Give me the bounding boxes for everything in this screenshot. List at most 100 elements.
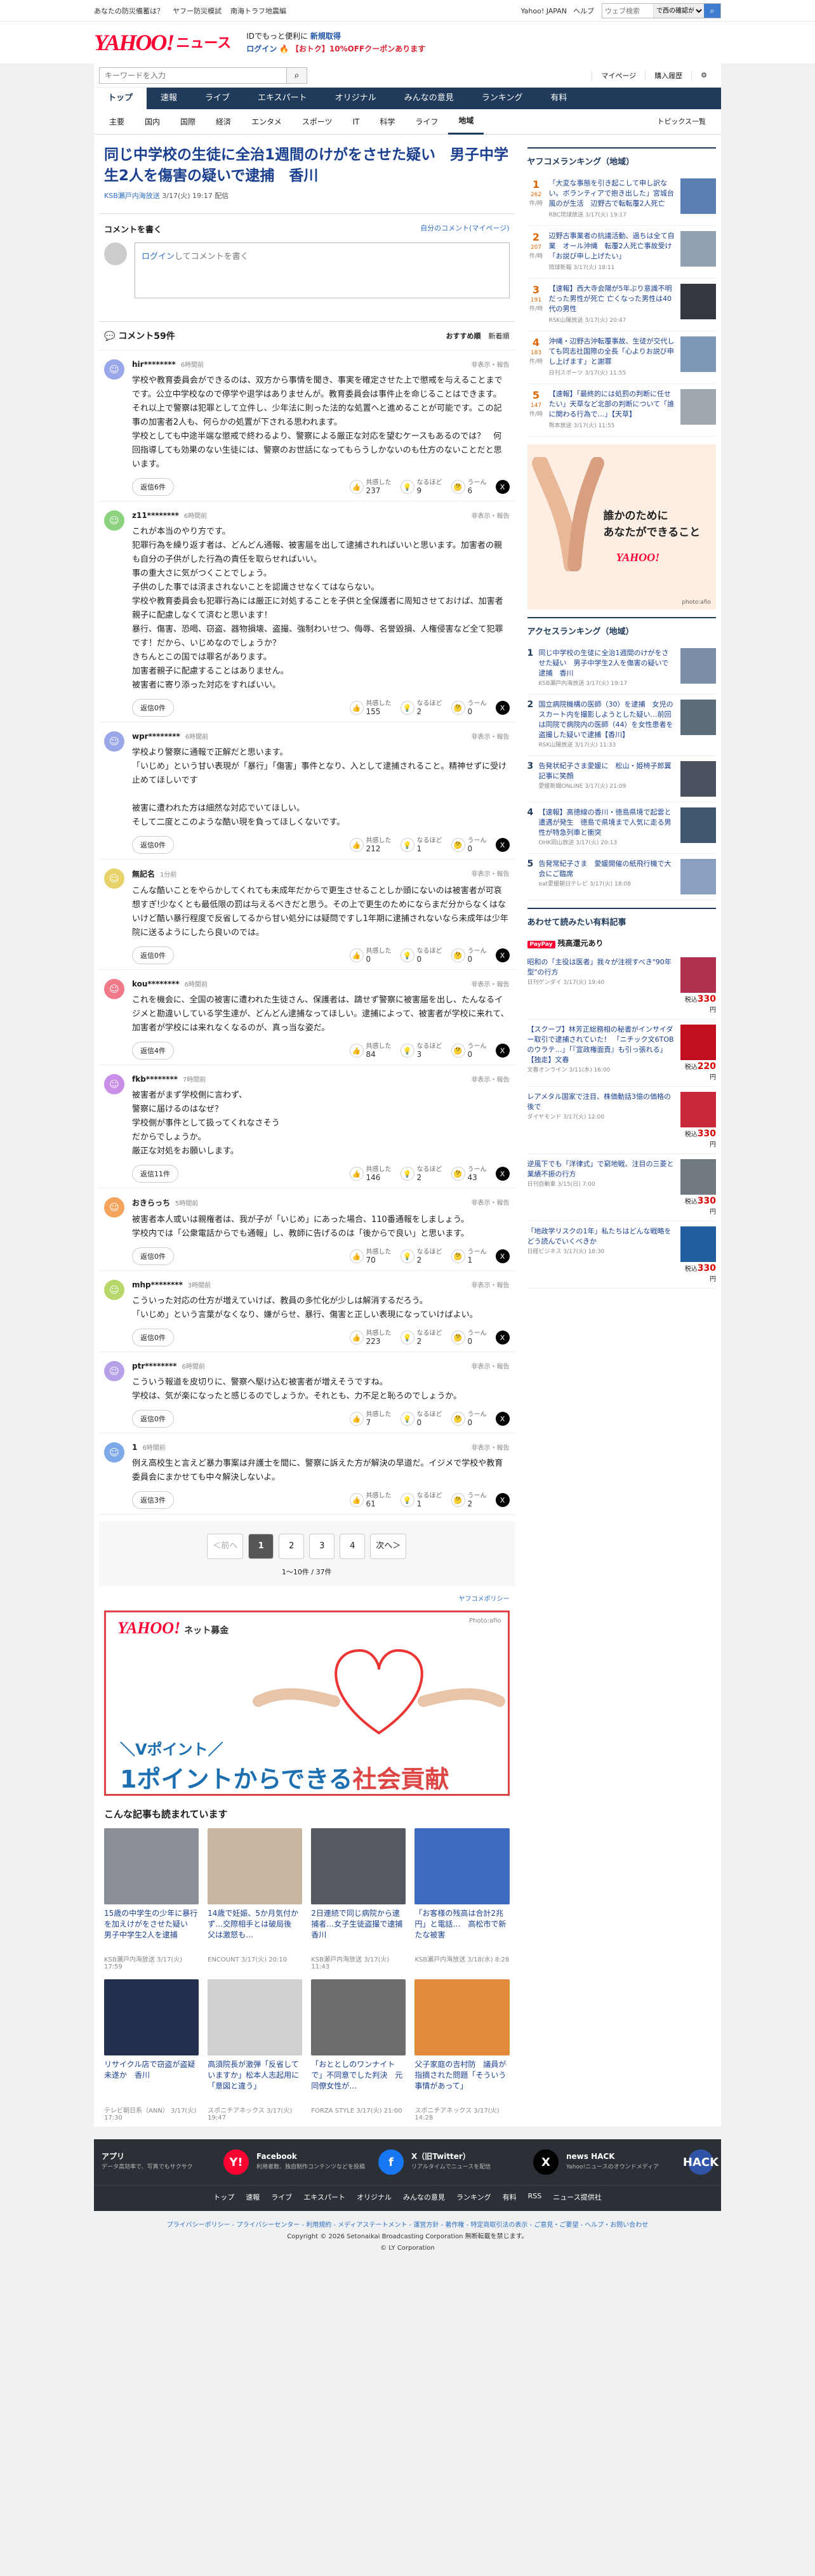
footer-nav-link[interactable]: トップ: [213, 2192, 234, 2202]
reply-button[interactable]: 返信11件: [132, 1165, 178, 1183]
footer-nav-link[interactable]: RSS: [528, 2192, 542, 2202]
comment-avatar[interactable]: ☺: [104, 1074, 124, 1094]
x-share-icon[interactable]: X: [495, 1167, 510, 1181]
footer-nav-link[interactable]: オリジナル: [357, 2192, 392, 2202]
reaction-hmm[interactable]: 🤔 うーん 0: [451, 1411, 487, 1427]
reaction-empathy[interactable]: 👍 共感した 7: [349, 1411, 392, 1427]
cat-economy[interactable]: 経済: [206, 109, 241, 135]
reply-button[interactable]: 返信0件: [132, 1247, 174, 1265]
reaction-insight[interactable]: 💡 なるほど 2: [400, 1165, 442, 1182]
mypage-link[interactable]: マイページ: [592, 70, 645, 81]
footer-nav-link[interactable]: ライブ: [271, 2192, 292, 2202]
topics-list-link[interactable]: トピックス一覧: [647, 109, 716, 135]
sort-newest[interactable]: 新着順: [489, 332, 510, 340]
x-share-icon[interactable]: X: [495, 480, 510, 494]
reply-button[interactable]: 返信0件: [132, 1329, 174, 1346]
comment-author[interactable]: fkb********: [132, 1075, 178, 1084]
legal-links[interactable]: プライバシーポリシー - プライバシーセンター - 利用規約 - メディアステー…: [94, 2220, 721, 2231]
yahoo-japan-link[interactable]: Yahoo! JAPAN: [520, 7, 567, 15]
report-link[interactable]: 非表示・報告: [472, 1197, 510, 1208]
reaction-insight[interactable]: 💡 なるほど 0: [400, 1411, 442, 1427]
reaction-hmm[interactable]: 🤔 うーん 43: [451, 1165, 487, 1182]
reaction-empathy[interactable]: 👍 共感した 70: [349, 1248, 392, 1265]
comment-author[interactable]: おきらっち: [132, 1198, 170, 1207]
comment-textarea[interactable]: ログインしてコメントを書く: [135, 242, 510, 298]
reaction-insight[interactable]: 💡 なるほど 1: [400, 837, 442, 853]
cat-domestic[interactable]: 国内: [135, 109, 170, 135]
report-link[interactable]: 非表示・報告: [472, 359, 510, 369]
page-3[interactable]: 3: [309, 1534, 335, 1559]
reaction-hmm[interactable]: 🤔 うーん 6: [451, 479, 487, 495]
top-link-moshi[interactable]: ヤフー防災模試: [173, 6, 222, 16]
comment-author[interactable]: 無記名: [132, 870, 155, 879]
donation-banner[interactable]: YAHOO! ネット募金 Photo:afio ＼Vポイント／ 1ポイントからでき…: [104, 1610, 510, 1796]
region-select[interactable]: で西の確認が表...: [653, 4, 704, 18]
reaction-insight[interactable]: 💡 なるほど 2: [400, 1248, 442, 1265]
signup-link[interactable]: 新規取得: [310, 32, 341, 41]
x-share-icon[interactable]: X: [495, 1044, 510, 1058]
cat-main[interactable]: 主要: [99, 109, 135, 135]
search-icon[interactable]: ⌕: [704, 4, 720, 18]
footer-app[interactable]: アプリ データ高効率で、写真でもサクサク Y!: [102, 2149, 249, 2175]
report-link[interactable]: 非表示・報告: [472, 979, 510, 988]
paid-item[interactable]: 逆風下でも「洋律式」で窮地戦、注目の三菱と業績不振の行方 日刊自動車 3/15(日…: [527, 1154, 716, 1221]
gear-icon[interactable]: ⚙: [691, 71, 716, 79]
side-donation-ad[interactable]: 誰かのために あなたができること YAHOO! photo:afio: [527, 444, 716, 609]
top-link-bousai[interactable]: あなたの防災備蓄は？: [94, 6, 164, 16]
comment-policy-link[interactable]: ヤフコメポリシー: [99, 1586, 515, 1610]
report-link[interactable]: 非表示・報告: [472, 1361, 510, 1371]
related-card[interactable]: 「おととしのワンナイトで」不同意でした判決 元同僚女性が… FORZA STYLE…: [311, 1979, 406, 2121]
report-link[interactable]: 非表示・報告: [472, 868, 510, 879]
paid-item[interactable]: 昭和の「主役は医者」我々が注視すべき"90年型"の行方 日刊ゲンダイ 3/17(火…: [527, 952, 716, 1019]
comment-author[interactable]: wpr********: [132, 732, 180, 741]
footer-nav-link[interactable]: 有料: [503, 2192, 517, 2202]
report-link[interactable]: 非表示・報告: [472, 731, 510, 741]
reaction-hmm[interactable]: 🤔 うーん 0: [451, 1042, 487, 1059]
article-source[interactable]: KSB瀬戸内海放送: [104, 192, 160, 200]
reaction-empathy[interactable]: 👍 共感した 146: [349, 1165, 392, 1182]
comment-avatar[interactable]: ☺: [104, 359, 124, 380]
comment-avatar[interactable]: ☺: [104, 1442, 124, 1463]
reaction-hmm[interactable]: 🤔 うーん 1: [451, 1248, 487, 1265]
related-card[interactable]: 「お客様の残高は合計2兆円」と電話… 高松市で新たな被害 KSB瀬戸内海放送 3/…: [414, 1828, 510, 1970]
reaction-empathy[interactable]: 👍 共感した 212: [349, 837, 392, 853]
ranking-item[interactable]: 1 262 件/時 「大変な事態を引き起こして申し訳ない。ボランティアで抱き出した」宮…: [527, 173, 716, 226]
x-share-icon[interactable]: X: [495, 838, 510, 852]
gnav-opinion[interactable]: みんなの意見: [390, 88, 468, 109]
x-share-icon[interactable]: X: [495, 1249, 510, 1263]
comment-avatar[interactable]: ☺: [104, 1197, 124, 1218]
footer-nav-link[interactable]: ニュース提供社: [553, 2192, 601, 2202]
footer-nav-link[interactable]: エキスパート: [303, 2192, 345, 2202]
report-link[interactable]: 非表示・報告: [472, 1074, 510, 1084]
cat-science[interactable]: 科学: [369, 109, 405, 135]
paid-item[interactable]: レアメタル国家で注目、株価動話3億の価格の後で ダイヤモンド 3/17(火) 12…: [527, 1087, 716, 1154]
comment-avatar[interactable]: ☺: [104, 979, 124, 999]
access-item[interactable]: 4 【速報】高徳線の香川・徳島県境で起雲と遭遇が発生 徳島で県境まで人気に走る男性…: [527, 802, 716, 854]
page-1[interactable]: 1: [248, 1534, 274, 1559]
compose-login-link[interactable]: ログイン: [142, 252, 175, 262]
access-item[interactable]: 2 国立病院機構の医師（30）を逮捕 女児のスカート内を撮影しようとした疑い…前回…: [527, 694, 716, 756]
reply-button[interactable]: 返信0件: [132, 1410, 174, 1428]
reply-button[interactable]: 返信4件: [132, 1042, 174, 1059]
login-link[interactable]: ログイン: [246, 44, 277, 53]
cat-entertainment[interactable]: エンタメ: [241, 109, 292, 135]
report-link[interactable]: 非表示・報告: [472, 1280, 510, 1289]
cat-life[interactable]: ライフ: [405, 109, 448, 135]
comment-avatar[interactable]: ☺: [104, 731, 124, 752]
report-link[interactable]: 非表示・報告: [472, 1442, 510, 1452]
reaction-hmm[interactable]: 🤔 うーん 0: [451, 700, 487, 716]
reaction-empathy[interactable]: 👍 共感した 155: [349, 700, 392, 716]
news-search-input[interactable]: [100, 67, 286, 83]
footer-app[interactable]: Facebook 利用者数、独自制作コンテンツなどを投稿 f: [256, 2149, 404, 2175]
reaction-insight[interactable]: 💡 なるほど 2: [400, 700, 442, 716]
reaction-hmm[interactable]: 🤔 うーん 0: [451, 1329, 487, 1346]
gnav-expert[interactable]: エキスパート: [244, 88, 321, 109]
footer-app[interactable]: news HACK Yahoo!ニュースのオウンドメディア HACK: [566, 2149, 719, 2175]
cat-world[interactable]: 国際: [170, 109, 206, 135]
coupon-text[interactable]: 【おトク】10%OFFクーポンあります: [291, 44, 425, 53]
reaction-insight[interactable]: 💡 なるほど 9: [400, 479, 442, 495]
reply-button[interactable]: 返信0件: [132, 699, 174, 717]
related-card[interactable]: リサイクル店で窃盗が盗疑未遂か 香川 テレビ朝日系（ANN） 3/17(火) 17…: [104, 1979, 199, 2121]
gnav-breaking[interactable]: 速報: [147, 88, 191, 109]
footer-nav-link[interactable]: みんなの意見: [403, 2192, 445, 2202]
